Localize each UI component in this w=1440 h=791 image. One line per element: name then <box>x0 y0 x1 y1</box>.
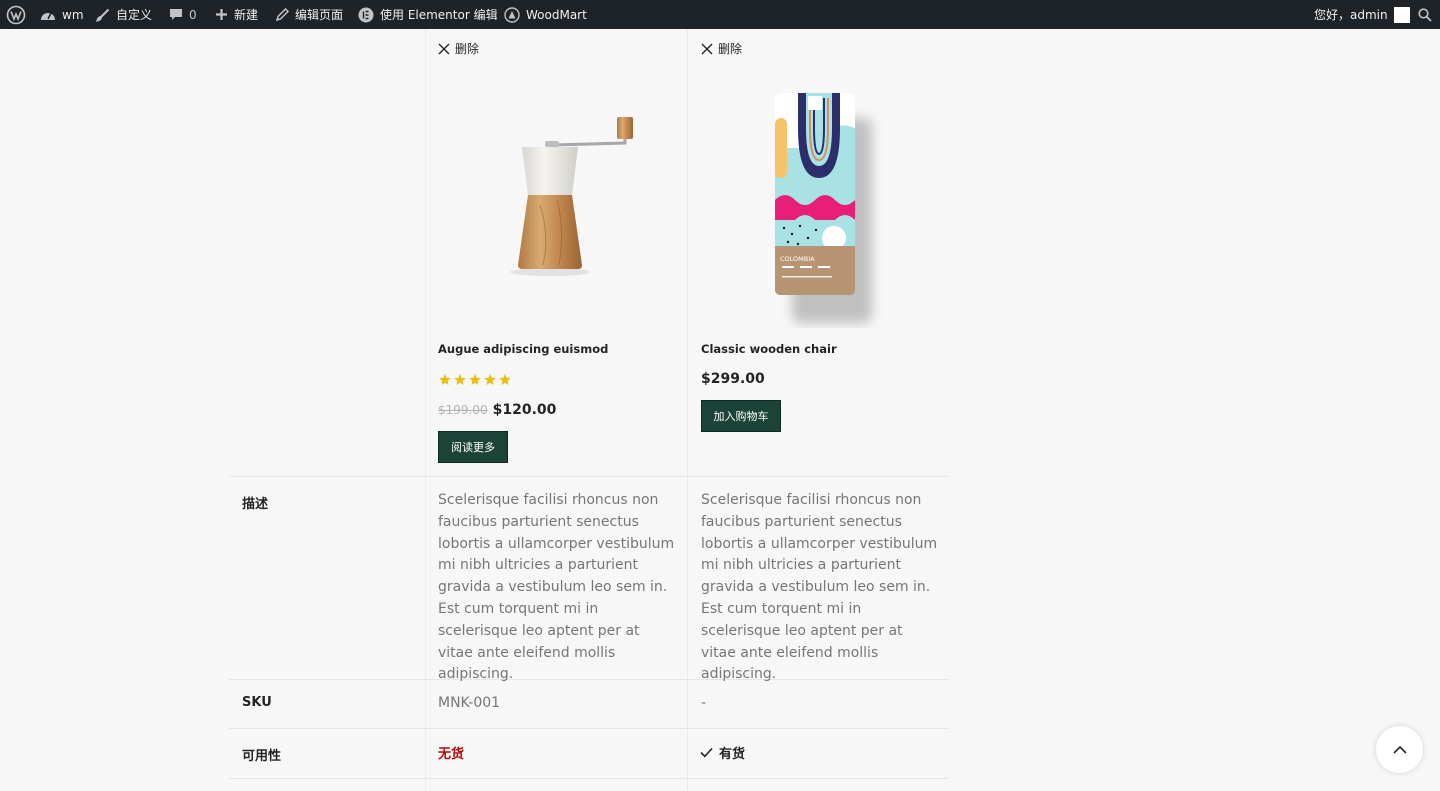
product-2-availability: 有货 <box>700 743 745 762</box>
add-to-cart-button[interactable]: 加入购物车 <box>701 400 781 432</box>
read-more-button[interactable]: 阅读更多 <box>438 431 508 463</box>
remove-product-1-link[interactable]: 删除 <box>438 40 479 57</box>
row-divider <box>229 728 948 729</box>
row-label-availability: 可用性 <box>242 749 282 764</box>
product-2-title[interactable]: Classic wooden chair <box>701 342 837 356</box>
elementor-edit-link[interactable]: 使用 Elementor 编辑 <box>358 0 498 29</box>
checkmark-icon <box>700 747 713 758</box>
product-1-rating <box>438 373 512 386</box>
row-label-description: 描述 <box>242 497 269 512</box>
product-1-price: $199.00 $120.00 <box>438 402 556 418</box>
star-icon <box>499 373 511 386</box>
star-icon <box>484 373 496 386</box>
comments-count: 0 <box>189 7 197 22</box>
customize-link[interactable]: 自定义 <box>96 0 152 29</box>
edit-page-label: 编辑页面 <box>295 8 344 22</box>
product-1-description: Scelerisque facilisi rhoncus non faucibu… <box>438 492 675 683</box>
woodmart-link[interactable]: WoodMart <box>504 0 587 29</box>
remove-label: 删除 <box>455 42 480 56</box>
elementor-label: 使用 Elementor 编辑 <box>380 8 498 22</box>
column-divider <box>425 29 426 791</box>
admin-bar: wm 自定义 0 新建 编辑页面 使用 Elementor 编辑 WoodMar… <box>0 0 1440 29</box>
row-divider <box>229 778 948 779</box>
pencil-icon <box>275 7 289 21</box>
elementor-icon <box>358 7 374 22</box>
column-divider <box>687 29 688 791</box>
site-name: wm <box>62 7 84 22</box>
scroll-to-top-button[interactable] <box>1376 726 1423 773</box>
star-icon <box>439 373 451 386</box>
product-2-image[interactable]: COLOMBIA <box>770 88 905 328</box>
regular-price: $299.00 <box>701 371 765 387</box>
product-1-title[interactable]: Augue adipiscing euismod <box>438 342 608 356</box>
package-label: COLOMBIA <box>780 255 815 263</box>
woodmart-logo-icon <box>504 6 520 23</box>
close-icon <box>701 43 713 54</box>
product-2-description: Scelerisque facilisi rhoncus non faucibu… <box>701 492 938 683</box>
search-icon[interactable] <box>1418 0 1432 29</box>
greeting: 您好，admin <box>1314 8 1388 22</box>
close-icon <box>438 43 450 54</box>
old-price: $199.00 <box>438 403 488 417</box>
in-stock-label: 有货 <box>719 747 746 762</box>
customize-label: 自定义 <box>116 8 153 22</box>
edit-page-link[interactable]: 编辑页面 <box>275 0 343 29</box>
remove-product-2-link[interactable]: 删除 <box>701 40 742 57</box>
plus-icon <box>216 9 227 20</box>
new-content-link[interactable]: 新建 <box>215 0 258 29</box>
product-2-price: $299.00 <box>701 371 765 387</box>
avatar <box>1393 6 1410 23</box>
sale-price: $120.00 <box>492 402 557 418</box>
dashboard-icon <box>41 12 55 20</box>
remove-label: 删除 <box>718 42 743 56</box>
star-icon <box>469 373 481 386</box>
star-icon <box>454 373 466 386</box>
product-1-availability: 无货 <box>438 747 465 762</box>
comments-link[interactable]: 0 <box>169 0 197 29</box>
wordpress-logo-icon[interactable] <box>6 0 26 29</box>
woodmart-label: WoodMart <box>526 7 587 22</box>
product-1-image[interactable] <box>495 105 655 280</box>
chevron-up-icon <box>1392 745 1407 754</box>
brush-icon <box>96 8 110 22</box>
row-label-sku: SKU <box>242 695 272 710</box>
site-name-link[interactable]: wm <box>40 0 84 29</box>
my-account-link[interactable]: 您好，admin <box>1314 0 1410 29</box>
product-2-sku: - <box>701 695 707 711</box>
row-divider <box>229 476 948 477</box>
product-1-sku: MNK-001 <box>438 695 501 711</box>
comment-icon <box>170 8 182 20</box>
new-label: 新建 <box>234 8 259 22</box>
